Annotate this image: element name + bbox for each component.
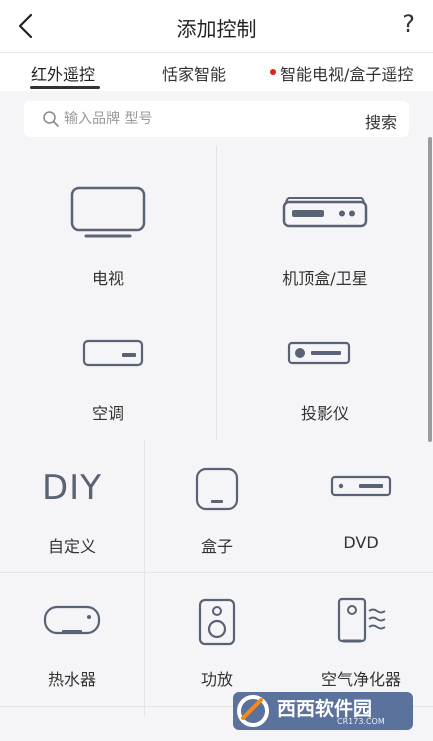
tab-infrared-remote[interactable]: 红外遥控 bbox=[31, 61, 95, 85]
air-conditioner-icon bbox=[82, 339, 144, 367]
page-title: 添加控制 bbox=[176, 17, 257, 41]
device-set-top-box[interactable]: 机顶盒/卫星 bbox=[217, 146, 433, 296]
device-custom[interactable]: DIY 自定义 bbox=[0, 440, 144, 572]
search-box: 搜索 bbox=[24, 101, 409, 137]
device-air-conditioner[interactable]: 空调 bbox=[0, 296, 216, 440]
air-purifier-icon bbox=[337, 597, 386, 643]
device-label: 自定义 bbox=[47, 537, 96, 556]
new-indicator-dot bbox=[270, 69, 276, 75]
device-label: DVD bbox=[343, 533, 379, 552]
device-label: 热水器 bbox=[47, 670, 96, 689]
device-label: 电视 bbox=[91, 269, 124, 288]
amplifier-icon bbox=[198, 598, 236, 646]
device-label: 投影仪 bbox=[300, 404, 349, 423]
device-label: 盒子 bbox=[200, 537, 233, 556]
device-projector[interactable]: 投影仪 bbox=[217, 296, 433, 440]
device-amplifier[interactable]: 功放 bbox=[145, 573, 289, 706]
search-area: 搜索 bbox=[0, 91, 433, 146]
watermark-logo: 西西软件园 CR173.COM bbox=[233, 690, 413, 732]
device-air-purifier[interactable]: 空气净化器 bbox=[289, 573, 433, 706]
dvd-icon bbox=[330, 475, 392, 497]
device-label: 功放 bbox=[200, 670, 233, 689]
water-heater-icon bbox=[43, 605, 101, 635]
device-water-heater[interactable]: 热水器 bbox=[0, 573, 144, 706]
tab-bar: 红外遥控 恬家智能 智能电视/盒子遥控 bbox=[0, 53, 433, 91]
device-grid: 电视 机顶盒/卫星 空调 投影仪 DIY 自定义 盒子 DVD 热水器 功放 空… bbox=[0, 146, 433, 741]
device-label: 机顶盒/卫星 bbox=[282, 269, 368, 288]
box-icon bbox=[195, 467, 239, 511]
device-label: 空调 bbox=[91, 404, 124, 423]
device-tv[interactable]: 电视 bbox=[0, 146, 216, 296]
search-icon bbox=[43, 111, 59, 127]
search-button[interactable]: 搜索 bbox=[365, 109, 397, 133]
tab-smart-tv-box-remote[interactable]: 智能电视/盒子遥控 bbox=[280, 61, 413, 85]
scrollbar[interactable] bbox=[428, 137, 432, 442]
set-top-box-icon bbox=[282, 197, 368, 228]
active-tab-indicator bbox=[30, 86, 100, 89]
help-button[interactable]: ? bbox=[402, 10, 415, 38]
device-box[interactable]: 盒子 bbox=[145, 440, 289, 572]
watermark-subtext: CR173.COM bbox=[337, 717, 385, 726]
tv-icon bbox=[70, 186, 146, 238]
search-input[interactable] bbox=[64, 101, 344, 137]
projector-icon bbox=[287, 341, 351, 365]
device-label: 空气净化器 bbox=[320, 670, 401, 689]
top-bar: 添加控制 ? bbox=[0, 0, 433, 53]
device-dvd[interactable]: DVD bbox=[289, 440, 433, 572]
tab-tianjia-smart[interactable]: 恬家智能 bbox=[162, 61, 226, 85]
diy-icon: DIY bbox=[42, 468, 102, 508]
